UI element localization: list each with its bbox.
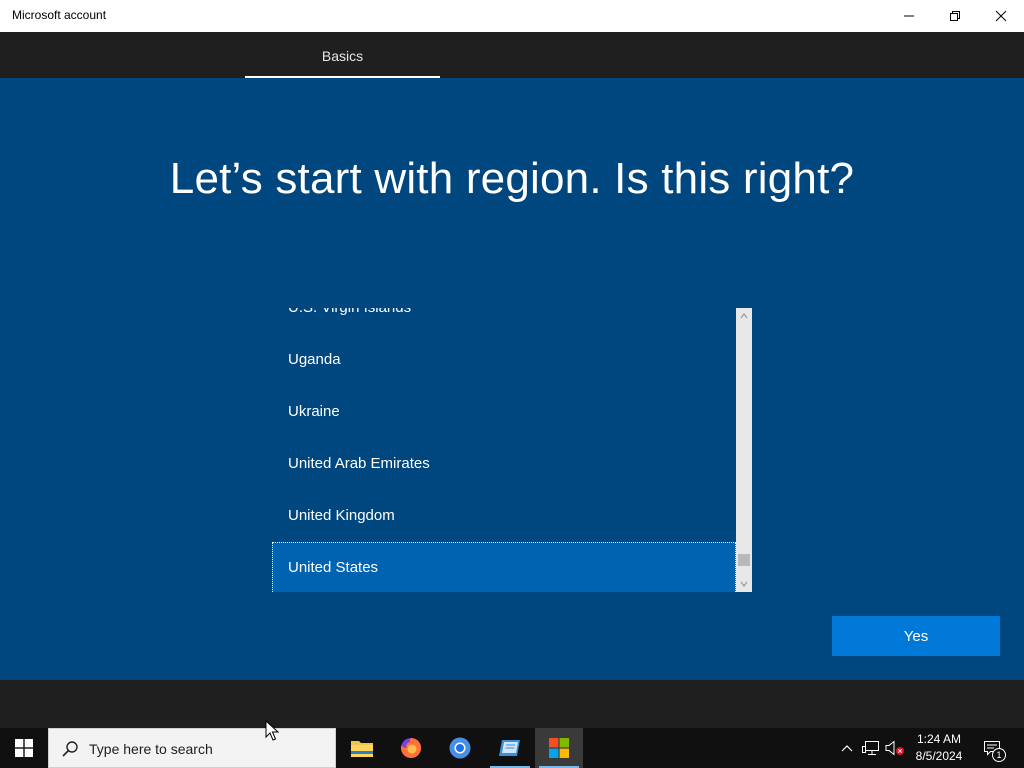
oobe-nav-bar: Basics: [0, 32, 1024, 78]
show-hidden-icons-button[interactable]: [838, 728, 856, 768]
list-item-united-arab-emirates[interactable]: United Arab Emirates: [272, 438, 736, 490]
list-item-uganda[interactable]: Uganda: [272, 334, 736, 386]
taskbar-search-box[interactable]: Type here to search: [48, 728, 336, 768]
close-button[interactable]: [978, 0, 1024, 32]
close-icon: [995, 10, 1007, 22]
taskbar-file-explorer[interactable]: [338, 728, 386, 768]
notification-count-badge: 1: [992, 748, 1006, 762]
network-icon: [862, 741, 879, 755]
taskbar-notes-app[interactable]: [486, 728, 534, 768]
chevron-down-icon: [740, 581, 748, 587]
tab-basics: Basics: [321, 48, 364, 64]
search-icon: [62, 741, 78, 757]
list-item-ukraine[interactable]: Ukraine: [272, 386, 736, 438]
restore-icon: [950, 11, 960, 21]
title-bar: Microsoft account: [0, 0, 1024, 32]
start-button[interactable]: [0, 728, 48, 768]
taskbar-clock[interactable]: 1:24 AM 8/5/2024: [906, 731, 972, 765]
main-content: Let’s start with region. Is this right? …: [0, 78, 1024, 680]
scroll-thumb[interactable]: [738, 554, 750, 566]
clock-date: 8/5/2024: [915, 749, 963, 763]
microsoft-store-icon: [549, 738, 569, 758]
scroll-up-button[interactable]: [736, 308, 752, 324]
volume-muted-icon: [885, 740, 904, 756]
volume-status[interactable]: [884, 728, 906, 768]
firefox-icon: [401, 737, 422, 758]
network-status[interactable]: [860, 728, 882, 768]
list-scrollbar[interactable]: [736, 308, 752, 592]
chevron-up-icon: [841, 745, 853, 752]
list-item-united-kingdom[interactable]: United Kingdom: [272, 490, 736, 542]
region-listbox[interactable]: U.S. Virgin Islands Uganda Ukraine Unite…: [272, 308, 752, 592]
list-item-us-virgin-islands[interactable]: U.S. Virgin Islands: [272, 308, 736, 334]
minimize-button[interactable]: [886, 0, 932, 32]
mouse-cursor-icon: [265, 720, 279, 741]
taskbar: Type here to search 1:24 AM 8/5/2024 1: [0, 728, 1024, 768]
list-item-united-states[interactable]: United States: [272, 542, 736, 592]
clock-time: 1:24 AM: [916, 732, 962, 746]
window-title: Microsoft account: [12, 8, 107, 22]
chevron-up-icon: [740, 313, 748, 319]
region-list: U.S. Virgin Islands Uganda Ukraine Unite…: [272, 308, 736, 592]
yes-button[interactable]: Yes: [832, 616, 1000, 656]
taskbar-chromium[interactable]: [436, 728, 484, 768]
page-title: Let’s start with region. Is this right?: [169, 154, 855, 203]
taskbar-microsoft-store[interactable]: [535, 728, 583, 768]
notes-app-icon: [499, 740, 520, 756]
search-placeholder: Type here to search: [89, 741, 213, 757]
windows-logo-icon: [15, 739, 33, 757]
oobe-footer: [0, 680, 1024, 728]
scroll-down-button[interactable]: [736, 576, 752, 592]
restore-button[interactable]: [932, 0, 978, 32]
file-explorer-icon: [351, 741, 373, 757]
chromium-icon: [449, 737, 471, 759]
taskbar-firefox[interactable]: [387, 728, 435, 768]
minimize-icon: [904, 15, 914, 17]
